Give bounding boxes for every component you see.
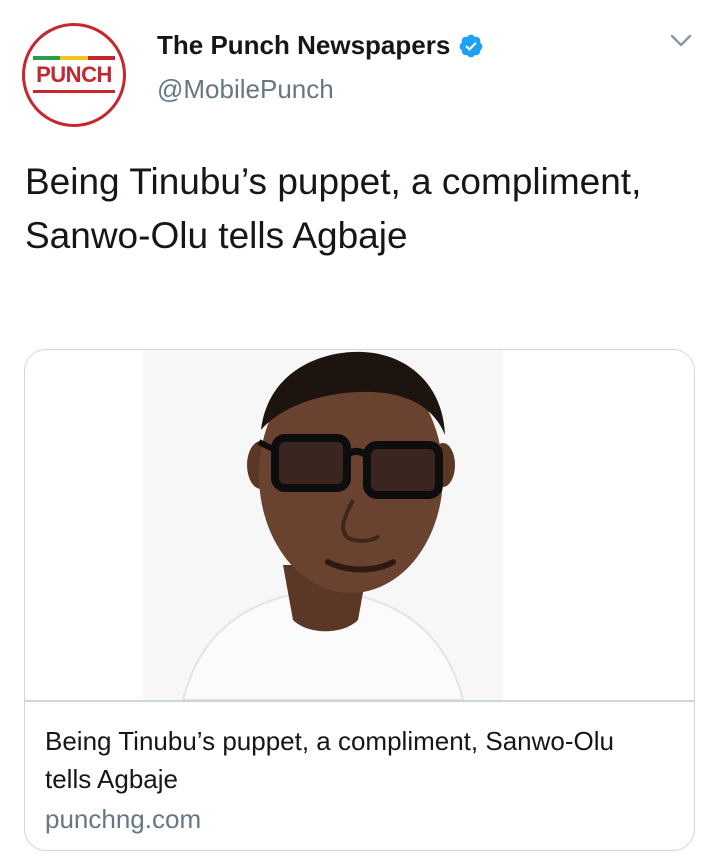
portrait-photo [143,350,503,700]
tweet-text: Being Tinubu’s puppet, a compliment, San… [25,161,642,256]
name-row: The Punch Newspapers [157,30,484,61]
card-divider [25,700,694,702]
logo-underline [33,90,115,93]
avatar[interactable]: PUNCH [22,23,126,127]
card-title[interactable]: Being Tinubu’s puppet, a compliment, San… [45,722,665,798]
card-image[interactable] [25,350,694,700]
logo-color-bars [33,56,115,60]
chevron-down-icon[interactable] [670,34,692,48]
logo-text: PUNCH [36,62,112,87]
tweet-header: PUNCH The Punch Newspapers @MobilePunch [0,0,720,130]
card-domain[interactable]: punchng.com [45,804,201,835]
verified-badge-icon [459,34,483,57]
handle[interactable]: @MobilePunch [157,74,334,105]
link-card[interactable]: Being Tinubu’s puppet, a compliment, San… [24,349,695,851]
display-name[interactable]: The Punch Newspapers [157,30,450,61]
